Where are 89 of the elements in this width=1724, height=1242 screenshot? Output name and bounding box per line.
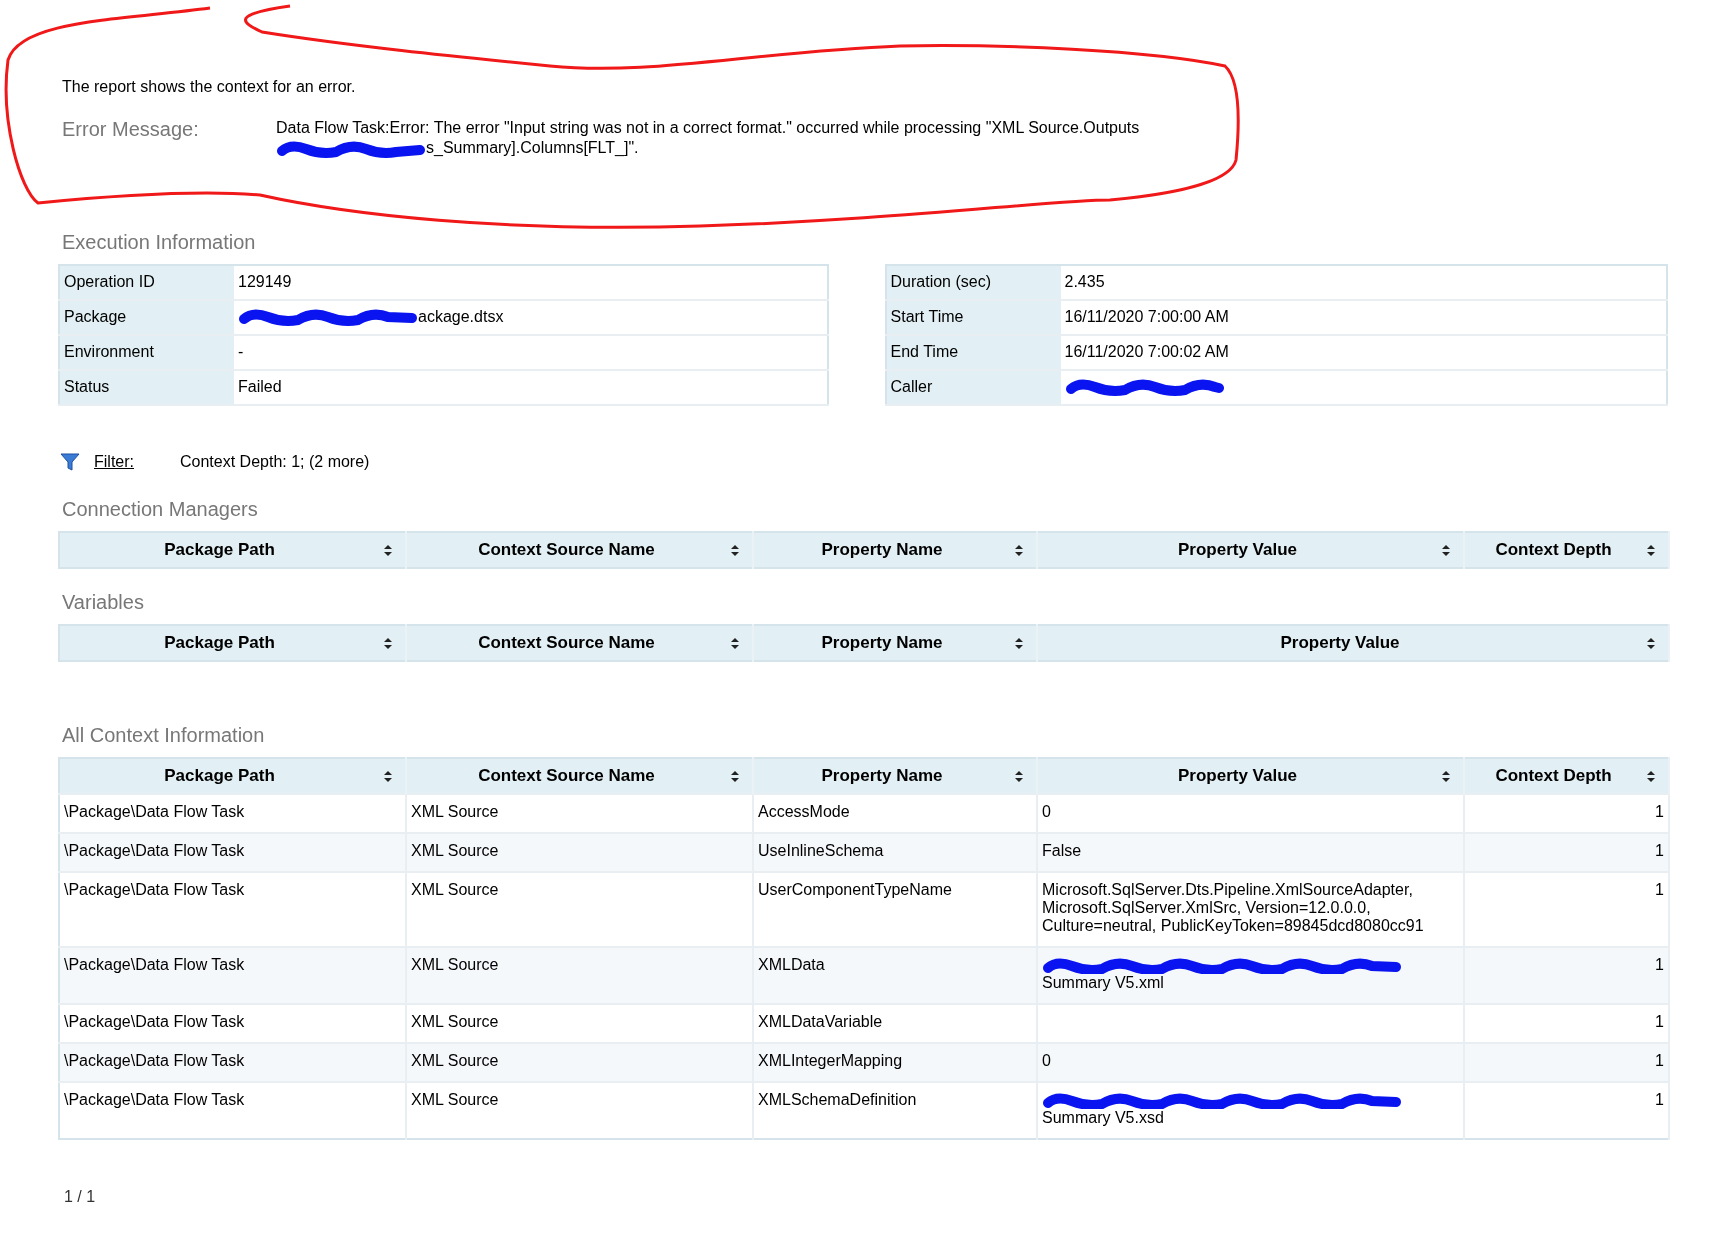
table-cell: \Package\Data Flow Task: [64, 1051, 245, 1069]
field-label: Error Message:: [62, 118, 200, 141]
error-message-text: s_Summary].Columns[FLT_]".: [426, 139, 639, 156]
field-label: Package: [59, 299, 234, 335]
table-cell: XMLSchemaDefinition: [758, 1090, 917, 1108]
field-value: Failed: [238, 378, 282, 396]
table-cell: Microsoft.SqlServer.Dts.Pipeline.XmlSourceAdapter, Microsoft.SqlServer.XmlSrc, Version=12.0.0.0, Culture=neutral, PublicKeyToken=89845dcd8080cc91: [1042, 880, 1424, 934]
field-value: 16/11/2020 7:00:00 AM: [1064, 308, 1229, 326]
sort-icon[interactable]: [1646, 769, 1656, 783]
sort-icon[interactable]: [1014, 543, 1024, 557]
field-value: -: [238, 343, 244, 361]
sort-icon[interactable]: [730, 769, 740, 783]
table-cell: 1: [1655, 955, 1664, 973]
table-cell: XML Source: [411, 1012, 499, 1030]
section-title: Variables: [62, 590, 145, 614]
table-cell: XML Source: [411, 802, 499, 820]
column-header[interactable]: Package Path: [59, 531, 406, 568]
column-header[interactable]: Context Depth: [1464, 531, 1669, 568]
table-cell: XMLData: [758, 955, 825, 973]
field-label: Environment: [59, 334, 234, 370]
table-cell: \Package\Data Flow Task: [64, 1012, 245, 1030]
field-value: 2.435: [1064, 273, 1105, 291]
section-title: All Context Information: [62, 723, 266, 747]
table-cell: XML Source: [411, 955, 499, 973]
table-cell: XMLDataVariable: [758, 1012, 883, 1030]
sort-icon[interactable]: [1646, 543, 1656, 557]
sort-icon[interactable]: [730, 543, 740, 557]
column-header[interactable]: Context Source Name: [406, 757, 753, 794]
sort-icon[interactable]: [1441, 769, 1451, 783]
sort-icon[interactable]: [1441, 543, 1451, 557]
table-cell: \Package\Data Flow Task: [64, 802, 245, 820]
description-text: The report shows the context for an error.: [62, 78, 357, 96]
field-value: ackage.dtsx: [418, 307, 504, 325]
page-indicator: 1 / 1: [64, 1187, 97, 1206]
column-header[interactable]: Context Depth: [1464, 757, 1669, 794]
sort-icon[interactable]: [730, 636, 740, 650]
table-cell: UserComponentTypeName: [758, 880, 952, 898]
filter-summary: Context Depth: 1; (2 more): [180, 452, 370, 471]
section-title: Connection Managers: [62, 497, 259, 521]
column-header[interactable]: Context Source Name: [406, 624, 753, 661]
column-header[interactable]: Context Source Name: [406, 531, 753, 568]
column-header[interactable]: Property Name: [753, 531, 1037, 568]
field-value: 16/11/2020 7:00:02 AM: [1064, 343, 1229, 361]
table-cell: UseInlineSchema: [758, 841, 884, 859]
sort-icon[interactable]: [1646, 636, 1656, 650]
table-cell: 1: [1655, 841, 1664, 859]
table-cell: XML Source: [411, 880, 499, 898]
column-header[interactable]: Package Path: [59, 624, 406, 661]
table-cell: Summary V5.xsd: [1042, 1108, 1164, 1126]
field-value: 129149: [238, 273, 292, 291]
filter-icon[interactable]: [60, 451, 80, 472]
column-header[interactable]: Package Path: [59, 757, 406, 794]
column-header[interactable]: Property Value: [1037, 531, 1464, 568]
table-cell: XMLIntegerMapping: [758, 1051, 903, 1069]
sort-icon[interactable]: [383, 543, 393, 557]
column-header[interactable]: Property Name: [753, 757, 1037, 794]
field-label: Operation ID: [59, 264, 234, 300]
table-cell: XML Source: [411, 1090, 499, 1108]
table-cell: \Package\Data Flow Task: [64, 880, 245, 898]
table-cell: 1: [1655, 802, 1664, 820]
table-cell: False: [1042, 841, 1082, 859]
sort-icon[interactable]: [383, 769, 393, 783]
field-label: Status: [59, 369, 234, 405]
field-label: Duration (sec): [885, 264, 1061, 300]
sort-icon[interactable]: [1014, 769, 1024, 783]
table-cell: 1: [1655, 1090, 1664, 1108]
table-cell: \Package\Data Flow Task: [64, 1090, 245, 1108]
column-header[interactable]: Property Name: [753, 624, 1037, 661]
table-cell: 1: [1655, 880, 1664, 898]
table-cell: 0: [1042, 1051, 1051, 1069]
table-cell: 0: [1042, 802, 1051, 820]
field-label: Start Time: [885, 299, 1061, 335]
sort-icon[interactable]: [1014, 636, 1024, 650]
filter-link[interactable]: Filter:: [94, 452, 134, 471]
field-label: Caller: [885, 369, 1061, 405]
column-header[interactable]: Property Value: [1037, 624, 1669, 661]
table-cell: XML Source: [411, 841, 499, 859]
sort-icon[interactable]: [383, 636, 393, 650]
table-cell: XML Source: [411, 1051, 499, 1069]
table-cell: AccessMode: [758, 802, 850, 820]
table-cell: 1: [1655, 1012, 1664, 1030]
table-cell: \Package\Data Flow Task: [64, 955, 245, 973]
table-cell: Summary V5.xml: [1042, 973, 1164, 991]
field-label: End Time: [885, 334, 1061, 370]
error-message-text: Data Flow Task:Error: The error "Input string was not in a correct format." occurred while processing "XML Source.Outputs: [276, 119, 1140, 136]
section-title: Execution Information: [62, 230, 257, 254]
table-cell: \Package\Data Flow Task: [64, 841, 245, 859]
column-header[interactable]: Property Value: [1037, 757, 1464, 794]
table-cell: 1: [1655, 1051, 1664, 1069]
